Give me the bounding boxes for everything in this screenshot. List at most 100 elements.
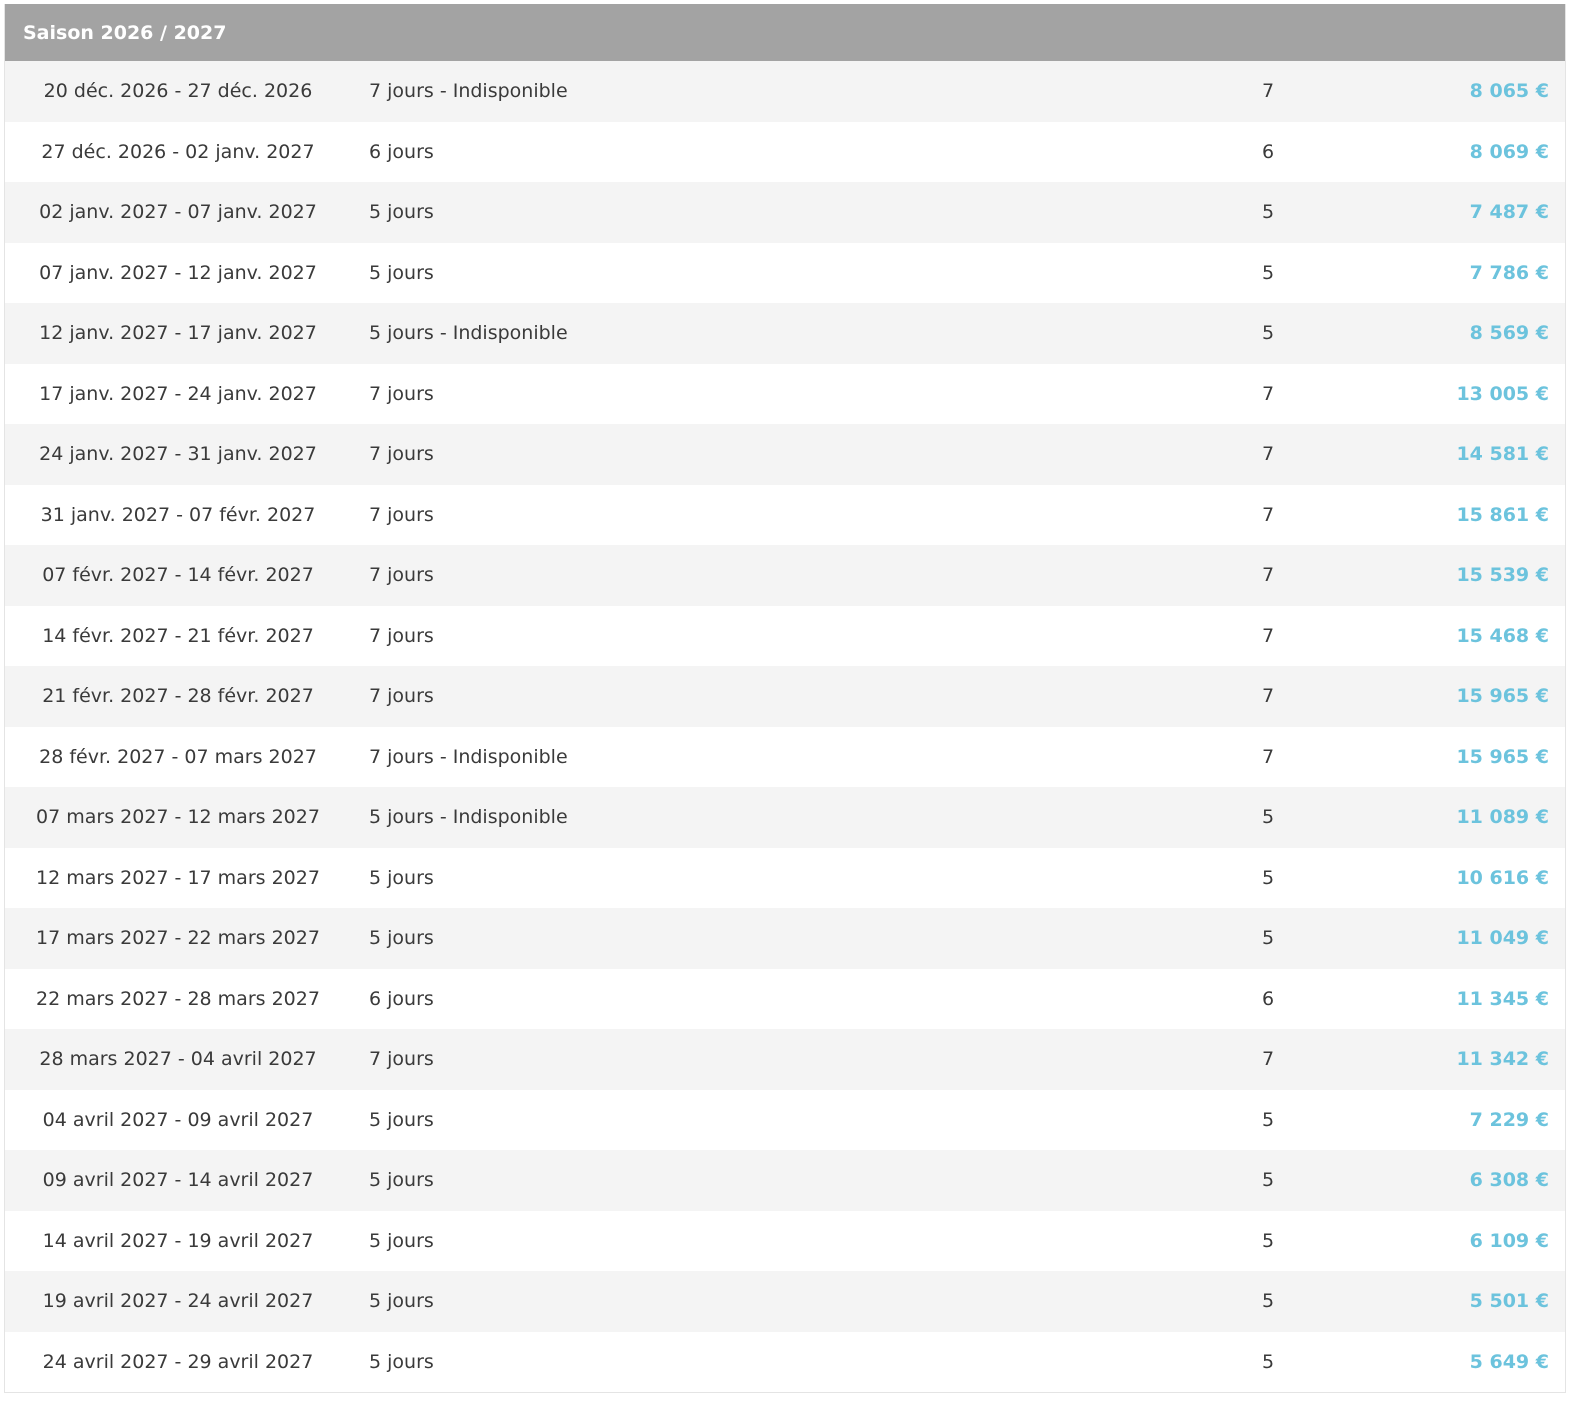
- row-duration: 7 jours: [369, 382, 434, 405]
- row-nights: 5: [1261, 1350, 1275, 1373]
- table-row[interactable]: 20 déc. 2026 - 27 déc. 2026 7 jours - Ind…: [5, 61, 1565, 122]
- row-price[interactable]: 8 569 €: [1470, 303, 1549, 363]
- row-duration: 5 jours: [369, 1229, 434, 1252]
- row-price[interactable]: 15 965 €: [1456, 666, 1549, 726]
- table-row[interactable]: 22 mars 2027 - 28 mars 2027 6 jours 6 11 34…: [5, 968, 1565, 1029]
- row-duration: 5 jours - Indisponible: [369, 322, 568, 344]
- row-dates: 28 mars 2027 - 04 avril 2027: [39, 1048, 317, 1070]
- row-duration: 5 jours - Indisponible: [369, 806, 568, 828]
- table-row[interactable]: 12 janv. 2027 - 17 janv. 2027 5 jours - I…: [5, 303, 1565, 364]
- row-nights: 7: [1261, 80, 1275, 102]
- table-row[interactable]: 09 avril 2027 - 14 avril 2027 5 jours 5 6 3…: [5, 1150, 1565, 1211]
- row-dates: 28 févr. 2027 - 07 mars 2027: [39, 745, 317, 768]
- table-row[interactable]: 07 févr. 2027 - 14 févr. 2027 7 jours 7 15 …: [5, 545, 1565, 606]
- row-nights: 5: [1261, 1229, 1275, 1252]
- row-price[interactable]: 7 487 €: [1470, 182, 1549, 242]
- row-dates: 27 déc. 2026 - 02 janv. 2027: [41, 140, 315, 163]
- row-duration: 5 jours: [369, 201, 434, 223]
- row-dates: 21 févr. 2027 - 28 févr. 2027: [42, 685, 314, 707]
- row-nights: 7: [1261, 564, 1275, 586]
- season-title: Saison 2026 / 2027: [23, 21, 227, 44]
- table-row[interactable]: 31 janv. 2027 - 07 févr. 2027 7 jours 7 15 …: [5, 484, 1565, 545]
- row-duration: 7 jours: [369, 564, 434, 586]
- row-duration: 7 jours - Indisponible: [369, 745, 568, 768]
- row-price[interactable]: 5 649 €: [1470, 1332, 1549, 1392]
- row-price[interactable]: 10 616 €: [1456, 848, 1549, 908]
- row-price[interactable]: 15 468 €: [1456, 606, 1549, 666]
- table-row[interactable]: 07 mars 2027 - 12 mars 2027 5 jours - Ind…: [5, 787, 1565, 848]
- row-nights: 5: [1261, 1169, 1275, 1191]
- table-row[interactable]: 14 avril 2027 - 19 avril 2027 5 jours 5 6 1…: [5, 1210, 1565, 1271]
- row-nights: 7: [1261, 503, 1275, 526]
- row-price[interactable]: 14 581 €: [1456, 424, 1549, 484]
- row-nights: 6: [1261, 140, 1275, 163]
- row-dates: 19 avril 2027 - 24 avril 2027: [42, 1290, 314, 1312]
- row-dates: 31 janv. 2027 - 07 févr. 2027: [40, 503, 316, 526]
- row-duration: 7 jours: [369, 1048, 434, 1070]
- row-nights: 5: [1261, 866, 1275, 889]
- row-nights: 5: [1261, 322, 1275, 344]
- row-dates: 07 mars 2027 - 12 mars 2027: [36, 806, 320, 828]
- row-price[interactable]: 11 342 €: [1456, 1029, 1549, 1089]
- season-header: Saison 2026 / 2027: [5, 4, 1565, 61]
- row-nights: 7: [1261, 685, 1275, 707]
- row-duration: 7 jours: [369, 443, 434, 465]
- row-nights: 5: [1261, 1108, 1275, 1131]
- table-row[interactable]: 27 déc. 2026 - 02 janv. 2027 6 jours 6 8 06…: [5, 121, 1565, 182]
- row-duration: 7 jours - Indisponible: [369, 80, 568, 102]
- row-nights: 7: [1261, 382, 1275, 405]
- row-price[interactable]: 7 786 €: [1470, 243, 1549, 303]
- row-nights: 5: [1261, 927, 1275, 949]
- row-duration: 7 jours: [369, 503, 434, 526]
- table-row[interactable]: 12 mars 2027 - 17 mars 2027 5 jours 5 10 61…: [5, 847, 1565, 908]
- row-dates: 17 janv. 2027 - 24 janv. 2027: [39, 382, 317, 405]
- season-rows: 20 déc. 2026 - 27 déc. 2026 7 jours - Ind…: [5, 61, 1565, 1392]
- row-duration: 7 jours: [369, 624, 434, 647]
- row-nights: 7: [1261, 624, 1275, 647]
- row-price[interactable]: 11 049 €: [1456, 908, 1549, 968]
- row-price[interactable]: 15 861 €: [1456, 485, 1549, 545]
- table-row[interactable]: 14 févr. 2027 - 21 févr. 2027 7 jours 7 15 …: [5, 605, 1565, 666]
- table-row[interactable]: 28 févr. 2027 - 07 mars 2027 7 jours - In…: [5, 726, 1565, 787]
- row-nights: 6: [1261, 987, 1275, 1010]
- row-duration: 5 jours: [369, 1169, 434, 1191]
- row-price[interactable]: 5 501 €: [1470, 1271, 1549, 1331]
- row-price[interactable]: 8 065 €: [1470, 61, 1549, 121]
- row-dates: 12 mars 2027 - 17 mars 2027: [36, 866, 320, 889]
- table-row[interactable]: 07 janv. 2027 - 12 janv. 2027 5 jours 5 7 7…: [5, 242, 1565, 303]
- row-duration: 5 jours: [369, 1290, 434, 1312]
- row-price[interactable]: 15 965 €: [1456, 727, 1549, 787]
- row-nights: 7: [1261, 443, 1275, 465]
- table-row[interactable]: 04 avril 2027 - 09 avril 2027 5 jours 5 7 2…: [5, 1089, 1565, 1150]
- table-row[interactable]: 24 janv. 2027 - 31 janv. 2027 7 jours 7 14 …: [5, 424, 1565, 485]
- row-dates: 24 janv. 2027 - 31 janv. 2027: [39, 443, 317, 465]
- row-price[interactable]: 6 308 €: [1470, 1150, 1549, 1210]
- row-nights: 5: [1261, 806, 1275, 828]
- row-nights: 7: [1261, 745, 1275, 768]
- table-row[interactable]: 02 janv. 2027 - 07 janv. 2027 5 jours 5 7 4…: [5, 182, 1565, 243]
- row-dates: 07 févr. 2027 - 14 févr. 2027: [42, 564, 314, 586]
- row-price[interactable]: 11 089 €: [1456, 787, 1549, 847]
- row-duration: 5 jours: [369, 927, 434, 949]
- row-duration: 6 jours: [369, 140, 434, 163]
- row-nights: 7: [1261, 1048, 1275, 1070]
- row-price[interactable]: 7 229 €: [1470, 1090, 1549, 1150]
- table-row[interactable]: 21 févr. 2027 - 28 févr. 2027 7 jours 7 15 …: [5, 666, 1565, 727]
- table-row[interactable]: 19 avril 2027 - 24 avril 2027 5 jours 5 5 5…: [5, 1271, 1565, 1332]
- row-price[interactable]: 11 345 €: [1456, 969, 1549, 1029]
- table-row[interactable]: 24 avril 2027 - 29 avril 2027 5 jours 5 5 6…: [5, 1331, 1565, 1392]
- row-duration: 7 jours: [369, 685, 434, 707]
- row-price[interactable]: 8 069 €: [1470, 122, 1549, 182]
- table-row[interactable]: 28 mars 2027 - 04 avril 2027 7 jours 7 11 3…: [5, 1029, 1565, 1090]
- row-dates: 07 janv. 2027 - 12 janv. 2027: [39, 261, 317, 284]
- row-nights: 5: [1261, 201, 1275, 223]
- row-price[interactable]: 13 005 €: [1456, 364, 1549, 424]
- row-price[interactable]: 6 109 €: [1470, 1211, 1549, 1271]
- table-row[interactable]: 17 mars 2027 - 22 mars 2027 5 jours 5 11 04…: [5, 908, 1565, 969]
- row-duration: 5 jours: [369, 261, 434, 284]
- table-row[interactable]: 17 janv. 2027 - 24 janv. 2027 7 jours 7 13 …: [5, 363, 1565, 424]
- row-dates: 20 déc. 2026 - 27 déc. 2026: [43, 80, 313, 102]
- row-dates: 04 avril 2027 - 09 avril 2027: [42, 1108, 314, 1131]
- row-duration: 6 jours: [369, 987, 434, 1010]
- row-price[interactable]: 15 539 €: [1456, 545, 1549, 605]
